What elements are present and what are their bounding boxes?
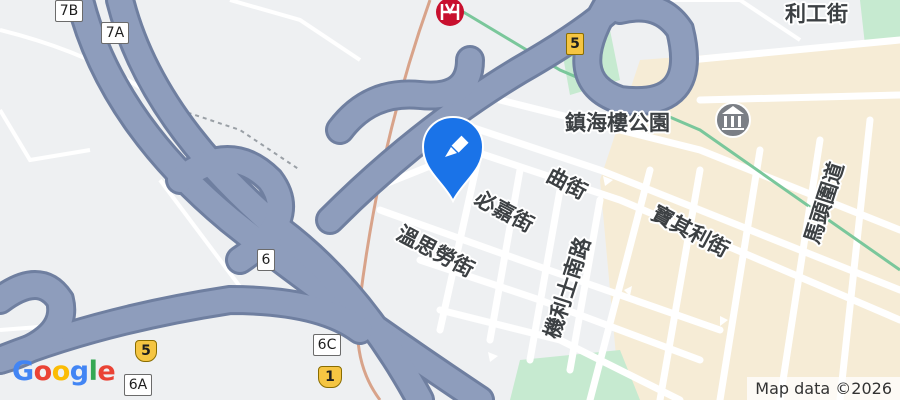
route-shield-5-bottom: 5 <box>135 340 157 362</box>
google-logo: Google <box>12 356 116 387</box>
location-pin-icon[interactable] <box>419 115 487 203</box>
label-lei-kung-street: 利工街 <box>785 2 848 26</box>
exit-shield-7b: 7B <box>55 0 83 22</box>
label-chun-hoi-park: 鎮海樓公園 <box>565 111 670 135</box>
exit-shield-6: 6 <box>257 249 275 271</box>
exit-shield-6a: 6A <box>124 374 152 396</box>
exit-shield-7a: 7A <box>101 22 129 44</box>
route-shield-5-top: 5 <box>566 33 584 55</box>
exit-shield-6c: 6C <box>313 334 341 356</box>
map-canvas[interactable]: 利工街 鎮海樓公園 必嘉街 曲街 溫思勞街 機利士南路 寶其利街 馬頭圍道 7B… <box>0 0 900 400</box>
museum-icon[interactable] <box>715 102 751 138</box>
map-attribution: Map data ©2026 <box>747 377 900 400</box>
route-shield-1: 1 <box>318 366 342 388</box>
